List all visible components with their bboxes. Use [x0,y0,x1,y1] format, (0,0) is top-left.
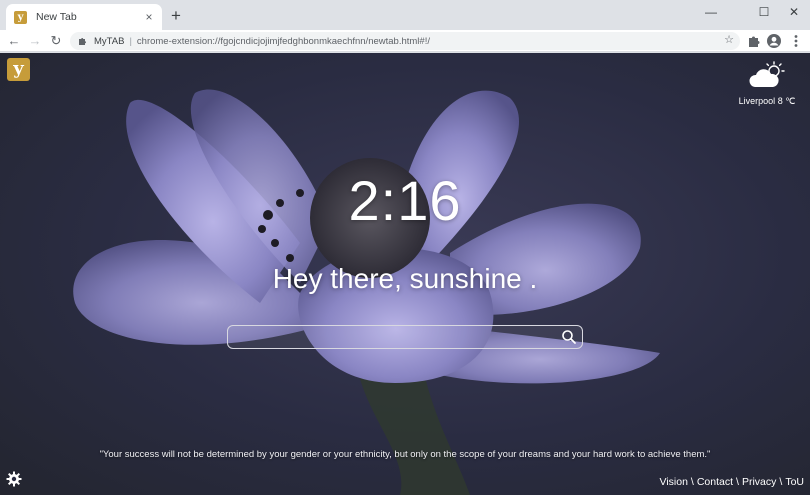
tab-title: New Tab [36,11,77,23]
new-tab-page: y Liverpool 8 ℃ 2:16 Hey there, sunshine… [0,53,810,495]
address-bar[interactable]: MyTAB | chrome-extension://fgojcndicjoji… [70,32,740,50]
tab-strip: y New Tab × + — ☐ ✕ [0,0,810,30]
quote: "Your success will not be determined by … [99,449,711,460]
extensions-icon[interactable] [746,33,762,49]
partly-cloudy-icon [749,61,785,87]
profile-icon[interactable] [766,33,782,49]
reload-button[interactable]: ↻ [47,31,65,51]
forward-button[interactable]: → [26,31,44,51]
back-button[interactable]: ← [5,31,23,51]
footer-separator: \ [779,476,783,488]
search-input[interactable] [236,329,556,345]
footer-separator: \ [690,476,694,488]
address-url: chrome-extension://fgojcndicjojimjfedghb… [136,35,430,47]
search-icon[interactable] [561,329,577,345]
address-site-name: MyTAB [94,35,125,47]
minimize-button[interactable]: — [693,2,729,22]
address-separator: | [129,35,132,47]
weather-temperature: 8 ℃ [777,96,796,106]
tab-close-icon[interactable]: × [142,10,156,24]
settings-gear-icon[interactable] [6,471,22,487]
footer-link-contact[interactable]: Contact [697,476,733,488]
footer-separator: \ [736,476,739,488]
browser-toolbar: ← → ↻ MyTAB | chrome-extension://fgojcnd… [0,30,810,52]
weather-location: Liverpool [738,96,776,106]
close-window-button[interactable]: ✕ [776,2,810,22]
mytab-favicon-icon: y [14,10,27,24]
extension-puzzle-icon [79,37,86,45]
mytab-logo[interactable]: y [7,58,30,81]
menu-icon[interactable] [788,33,804,49]
footer-link-vision[interactable]: Vision [660,476,688,488]
footer-link-tou[interactable]: ToU [785,476,804,488]
new-tab-button[interactable]: + [168,7,184,25]
clock: 2:16 [348,169,462,232]
tab-new-tab[interactable]: y New Tab × [6,4,162,30]
star-icon[interactable]: ☆ [724,33,734,46]
search-box[interactable] [227,325,583,349]
footer-links: Vision \ Contact \ Privacy \ ToU [660,476,805,488]
greeting: Hey there, sunshine . [272,263,538,294]
footer-link-privacy[interactable]: Privacy [742,476,776,488]
weather-widget[interactable]: Liverpool 8 ℃ [732,61,802,107]
